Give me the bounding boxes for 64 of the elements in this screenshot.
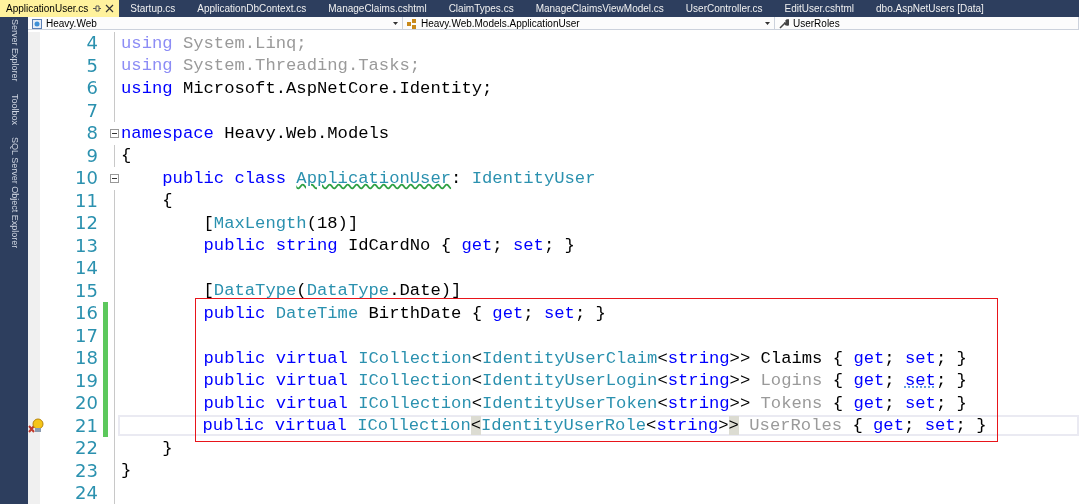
editor-tab[interactable]: dbo.AspNetUsers [Data] [865, 0, 995, 17]
editor-tab[interactable]: ClaimTypes.cs [437, 0, 525, 17]
line-number: 12 [74, 214, 98, 233]
side-panel-tab[interactable]: Toolbox [7, 93, 21, 125]
code-line: using Microsoft.AspNetCore.Identity; [121, 79, 493, 97]
code-line: public virtual ICollection<IdentityUserRole<string>> UserRoles { get; set; } [201, 417, 987, 435]
code-line: using System.Threading.Tasks; [121, 57, 421, 75]
line-number: 20 [74, 394, 98, 413]
wrench-icon [779, 18, 789, 29]
editor-tab[interactable]: ManageClaimsViewModel.cs [524, 0, 675, 17]
lightbulb-icon[interactable] [28, 417, 44, 434]
code-line: public virtual ICollection<IdentityUserClaim<string>> Claims { get; set; } [202, 349, 967, 367]
line-number: 9 [85, 146, 98, 165]
navigation-dropdown[interactable]: Heavy.Web [28, 17, 403, 30]
code-line: [DataType(DataType.Date)] [202, 282, 462, 300]
line-number: 5 [85, 56, 98, 75]
line-number: 13 [74, 236, 98, 255]
code-line: [MaxLength(18)] [202, 214, 359, 232]
code-line: { [121, 147, 132, 165]
line-number: 16 [74, 304, 98, 323]
line-number: 21 [74, 416, 98, 435]
side-panel-tab[interactable]: Server Explorer [7, 19, 21, 82]
line-number: 19 [74, 371, 98, 390]
code-line: namespace Heavy.Web.Models [121, 124, 390, 142]
navigation-dropdown[interactable]: Heavy.Web.Models.ApplicationUser [403, 17, 775, 30]
tab-label: ApplicationUser.cs [6, 2, 89, 16]
editor-tab[interactable]: EditUser.cshtml [773, 0, 865, 17]
close-icon[interactable] [105, 4, 115, 13]
line-number: 10 [74, 169, 98, 188]
line-number: 23 [74, 461, 98, 480]
code-line: } [121, 462, 132, 480]
code-line: public virtual ICollection<IdentityUserToken<string>> Tokens { get; set; } [202, 394, 967, 412]
editor-tab[interactable]: Startup.cs [119, 0, 187, 17]
line-number: 14 [74, 259, 98, 278]
line-number: 6 [85, 79, 98, 98]
line-number: 8 [85, 124, 98, 143]
code-line: public class ApplicationUser: IdentityUser [161, 169, 596, 187]
line-number: 22 [74, 439, 98, 458]
editor-tab[interactable]: ApplicationUser.cs [0, 0, 120, 17]
caret-icon [393, 22, 398, 25]
code-line: } [161, 439, 173, 457]
navigation-dropdown[interactable]: UserRoles [775, 17, 1079, 30]
line-number: 15 [74, 281, 98, 300]
code-line: public virtual ICollection<IdentityUserLogin<string>> Logins { get; set; } [202, 372, 967, 390]
editor-tab[interactable]: ApplicationDbContext.cs [186, 0, 318, 17]
editor-tab[interactable]: UserController.cs [674, 0, 774, 17]
line-number: 24 [74, 484, 98, 503]
collapse-icon[interactable] [109, 128, 119, 138]
project-icon [32, 18, 42, 29]
editor-tab[interactable]: ManageClaims.cshtml [317, 0, 438, 17]
line-number: 18 [74, 349, 98, 368]
class-icon [407, 18, 417, 29]
line-number: 4 [85, 34, 98, 53]
caret-icon [765, 22, 770, 25]
line-number: 7 [85, 101, 98, 120]
code-line: using System.Linq; [121, 34, 307, 52]
collapse-icon[interactable] [109, 173, 119, 183]
code-line: public string IdCardNo { get; set; } [202, 237, 575, 255]
side-panel-tab[interactable]: SQL Server Object Explorer [7, 136, 21, 248]
pin-icon[interactable] [92, 4, 102, 13]
code-line: { [161, 192, 173, 210]
line-number: 11 [74, 191, 98, 210]
code-line: public DateTime BirthDate { get; set; } [202, 304, 606, 322]
line-number: 17 [74, 326, 98, 345]
